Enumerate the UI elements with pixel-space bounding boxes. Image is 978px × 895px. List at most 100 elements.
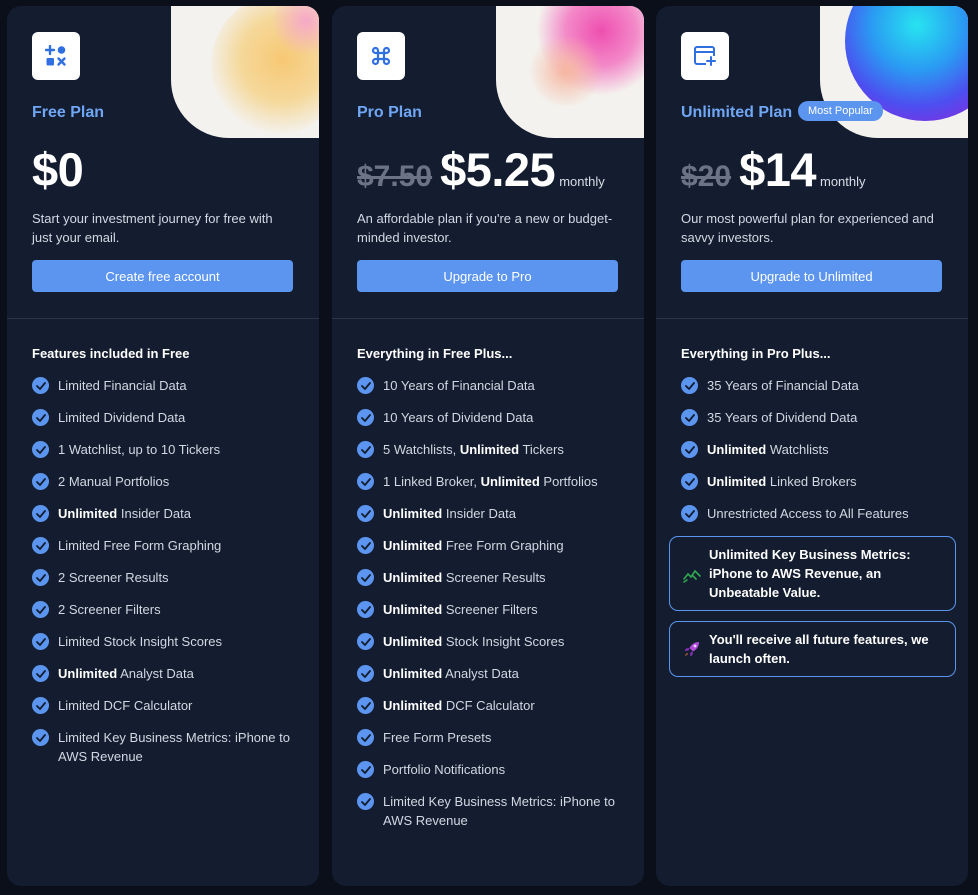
check-icon [681, 505, 698, 522]
upgrade-to-unlimited-button[interactable]: Upgrade to Unlimited [681, 260, 942, 292]
feature-item: 1 Linked Broker, Unlimited Portfolios [357, 472, 622, 491]
browser-sparkle-icon [681, 32, 729, 80]
feature-item: Unlimited Screener Filters [357, 600, 622, 619]
check-icon [32, 537, 49, 554]
feature-label: Limited Financial Data [58, 378, 187, 393]
feature-text: 5 Watchlists, Unlimited Tickers [383, 440, 564, 459]
feature-label: Limited Free Form Graphing [58, 538, 222, 553]
feature-emphasis: Unlimited [383, 634, 443, 649]
feature-item: Unlimited Free Form Graphing [357, 536, 622, 555]
check-icon [357, 409, 374, 426]
feature-text: 35 Years of Dividend Data [707, 408, 857, 427]
feature-text: 1 Linked Broker, Unlimited Portfolios [383, 472, 598, 491]
feature-text: Limited Dividend Data [58, 408, 185, 427]
feature-label: 35 Years of Financial Data [707, 378, 859, 393]
feature-item: 2 Manual Portfolios [32, 472, 297, 491]
feature-item: Limited Dividend Data [32, 408, 297, 427]
feature-text: Unlimited Analyst Data [58, 664, 194, 683]
billing-period: monthly [819, 174, 866, 189]
check-icon [32, 697, 49, 714]
check-icon [681, 377, 698, 394]
feature-item: Unlimited Screener Results [357, 568, 622, 587]
feature-list: 10 Years of Financial Data 10 Years of Di… [357, 376, 622, 843]
check-icon [32, 601, 49, 618]
check-icon [357, 441, 374, 458]
feature-label: Free Form Graphing [442, 538, 564, 553]
feature-text: 2 Screener Filters [58, 600, 161, 619]
feature-item: Unlimited Insider Data [32, 504, 297, 523]
check-icon [357, 505, 374, 522]
feature-label: 5 Watchlists, [383, 442, 460, 457]
feature-item: Unlimited Linked Brokers [681, 472, 946, 491]
check-icon [32, 473, 49, 490]
shapes-icon [32, 32, 80, 80]
feature-emphasis: Unlimited [707, 442, 767, 457]
feature-item: Unlimited Insider Data [357, 504, 622, 523]
callout-key-metrics: Unlimited Key Business Metrics: iPhone t… [669, 536, 956, 611]
feature-item: Unlimited DCF Calculator [357, 696, 622, 715]
check-icon [32, 665, 49, 682]
feature-emphasis: Unlimited [58, 666, 118, 681]
feature-text: Unlimited Insider Data [58, 504, 191, 523]
feature-item: Free Form Presets [357, 728, 622, 747]
feature-label: Free Form Presets [383, 730, 492, 745]
feature-text: Unlimited Analyst Data [383, 664, 519, 683]
callout-text: Unlimited Key Business Metrics: iPhone t… [709, 547, 911, 600]
price-row: $7.50 $5.25 monthly [357, 142, 605, 197]
feature-emphasis: Unlimited [383, 570, 443, 585]
feature-label: 2 Manual Portfolios [58, 474, 170, 489]
feature-label: DCF Calculator [442, 698, 535, 713]
feature-item: 35 Years of Financial Data [681, 376, 946, 395]
feature-label: Portfolio Notifications [383, 762, 506, 777]
feature-text: Unlimited Screener Filters [383, 600, 538, 619]
feature-emphasis: Unlimited [480, 474, 540, 489]
check-icon [32, 729, 49, 746]
feature-text: 35 Years of Financial Data [707, 376, 859, 395]
feature-label: 10 Years of Dividend Data [383, 410, 534, 425]
feature-label: Insider Data [442, 506, 516, 521]
feature-emphasis: Unlimited [383, 698, 443, 713]
plan-name: Pro Plan [357, 104, 422, 121]
upgrade-to-pro-button[interactable]: Upgrade to Pro [357, 260, 618, 292]
billing-period: monthly [559, 174, 605, 189]
price: $14 [739, 143, 816, 196]
feature-text: Limited DCF Calculator [58, 696, 192, 715]
feature-item: 10 Years of Financial Data [357, 376, 622, 395]
divider [332, 318, 644, 319]
plan-card-free: Free Plan $0 Start your investment journ… [7, 6, 319, 886]
feature-text: Unlimited Linked Brokers [707, 472, 857, 491]
price-row: $0 [32, 142, 84, 197]
feature-text: Limited Key Business Metrics: iPhone to … [58, 728, 297, 766]
feature-label: Limited Key Business Metrics: iPhone to … [58, 730, 290, 764]
plan-card-pro: Pro Plan $7.50 $5.25 monthly An affordab… [332, 6, 644, 886]
check-icon [357, 473, 374, 490]
feature-item: 5 Watchlists, Unlimited Tickers [357, 440, 622, 459]
feature-label: Stock Insight Scores [442, 634, 565, 649]
divider [7, 318, 319, 319]
feature-label: 2 Screener Results [58, 570, 169, 585]
plan-description: An affordable plan if you're a new or bu… [357, 211, 613, 245]
feature-label: Insider Data [117, 506, 191, 521]
feature-item: Limited Free Form Graphing [32, 536, 297, 555]
feature-label: Limited Key Business Metrics: iPhone to … [383, 794, 615, 828]
check-icon [32, 569, 49, 586]
feature-text: Limited Key Business Metrics: iPhone to … [383, 792, 622, 830]
feature-label: Tickers [519, 442, 564, 457]
feature-emphasis: Unlimited [383, 538, 443, 553]
feature-emphasis: Unlimited [707, 474, 767, 489]
feature-text: 10 Years of Financial Data [383, 376, 535, 395]
feature-item: Limited Stock Insight Scores [32, 632, 297, 651]
feature-label: 10 Years of Financial Data [383, 378, 535, 393]
feature-item: Unlimited Watchlists [681, 440, 946, 459]
feature-item: Limited Key Business Metrics: iPhone to … [32, 728, 297, 766]
create-free-account-button[interactable]: Create free account [32, 260, 293, 292]
check-icon [357, 377, 374, 394]
feature-label: Screener Filters [442, 602, 538, 617]
check-icon [32, 505, 49, 522]
feature-label: Limited Dividend Data [58, 410, 186, 425]
plan-name: Free Plan [32, 104, 105, 121]
feature-item: Portfolio Notifications [357, 760, 622, 779]
plan-description: Our most powerful plan for experienced a… [681, 211, 934, 245]
feature-item: Unlimited Analyst Data [32, 664, 297, 683]
feature-label: Unrestricted Access to All Features [707, 506, 909, 521]
